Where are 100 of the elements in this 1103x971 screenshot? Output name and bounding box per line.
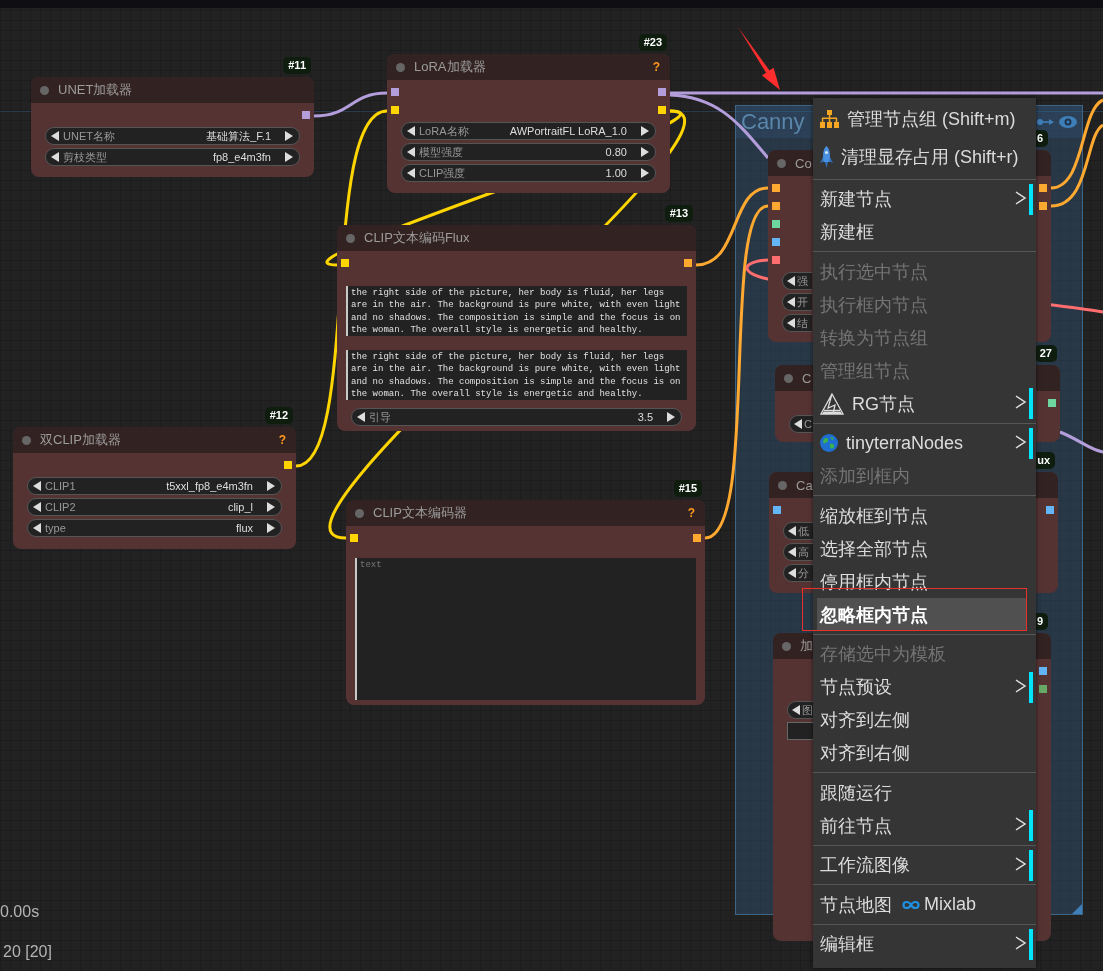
left-arrow-icon[interactable] (794, 419, 802, 429)
right-arrow-icon[interactable] (267, 481, 275, 491)
submenu-arrow-icon (1013, 928, 1033, 960)
resize-handle-icon[interactable] (1072, 904, 1082, 914)
menu-item[interactable]: 新建框 (813, 215, 1036, 249)
node-id-badge: 27 (1034, 345, 1057, 362)
left-arrow-icon[interactable] (407, 168, 415, 178)
left-arrow-icon[interactable] (787, 276, 795, 286)
right-arrow-icon[interactable] (641, 168, 649, 178)
text-area[interactable]: the right side of the picture, her body is fluid, her legs are in the air. The background is pure white, with even light and no shadows. The composition is simple and the focus is on the woman. The overall style is energetic and healthy. (346, 350, 687, 400)
left-arrow-icon[interactable] (33, 481, 41, 491)
left-arrow-icon[interactable] (357, 412, 365, 422)
left-arrow-icon[interactable] (787, 318, 795, 328)
help-link[interactable]: ? (652, 60, 660, 74)
group-title: Canny (741, 109, 805, 135)
menu-item[interactable]: tinyterraNodes (813, 426, 1036, 460)
submenu-arrow-icon (1013, 427, 1033, 459)
input-slot-icon[interactable] (772, 238, 780, 246)
combo-widget[interactable]: UNET名称 基础算法_F.1 (45, 127, 300, 145)
left-arrow-icon[interactable] (788, 568, 796, 578)
left-arrow-icon[interactable] (407, 147, 415, 157)
help-link[interactable]: ? (278, 433, 286, 447)
combo-widget[interactable]: type flux (27, 519, 282, 537)
input-slot-icon[interactable] (772, 220, 780, 228)
right-arrow-icon[interactable] (641, 147, 649, 157)
submenu-arrow-icon (1013, 810, 1033, 841)
combo-widget[interactable]: 强 (782, 272, 812, 290)
left-arrow-icon[interactable] (51, 152, 59, 162)
right-arrow-icon[interactable] (267, 502, 275, 512)
node-id-badge: #15 (673, 480, 702, 497)
left-arrow-icon[interactable] (51, 131, 59, 141)
dot-icon[interactable] (782, 641, 791, 651)
left-arrow-icon[interactable] (407, 126, 415, 136)
right-arrow-icon[interactable] (285, 131, 293, 141)
stats-text: 20 [20] (3, 943, 52, 961)
dot-icon[interactable] (40, 85, 49, 95)
dot-icon[interactable] (22, 435, 31, 445)
menu-item[interactable]: 新建节点 (813, 182, 1036, 216)
dot-icon[interactable] (784, 373, 793, 383)
combo-widget[interactable]: LoRA名称 AWPortraitFL LoRA_1.0 (401, 122, 656, 140)
connection-wire (1059, 430, 1103, 454)
input-slot-icon[interactable] (341, 259, 349, 267)
menu-item[interactable]: 选择全部节点 (813, 532, 1036, 565)
input-slot-icon[interactable] (772, 184, 780, 192)
eye-icon[interactable] (1059, 116, 1077, 128)
left-arrow-icon[interactable] (33, 502, 41, 512)
text-area[interactable]: the right side of the picture, her body is fluid, her legs are in the air. The background is pure white, with even light and no shadows. The composition is simple and the focus is on the woman. The overall style is energetic and healthy. (346, 286, 687, 336)
combo-widget[interactable]: 引导 3.5 (351, 408, 682, 426)
menu-item[interactable]: 工作流图像 (813, 848, 1036, 882)
submenu-arrow-icon (1013, 849, 1033, 881)
dot-icon[interactable] (346, 233, 355, 243)
left-arrow-icon[interactable] (792, 705, 800, 715)
globe-icon (820, 434, 838, 452)
combo-widget[interactable]: 开 (782, 293, 812, 311)
right-arrow-icon[interactable] (667, 412, 675, 422)
combo-widget[interactable]: 高 (783, 543, 813, 561)
combo-widget[interactable]: CLIP2 clip_l (27, 498, 282, 516)
right-arrow-icon[interactable] (267, 523, 275, 533)
node-title: Ca (796, 477, 813, 493)
combo-widget[interactable]: CLIP强度 1.00 (401, 164, 656, 182)
right-arrow-icon[interactable] (285, 152, 293, 162)
node-title: Co (795, 155, 812, 171)
dot-icon[interactable] (355, 508, 364, 518)
text-area[interactable]: text (355, 558, 696, 700)
input-slot-icon[interactable] (772, 202, 780, 210)
input-slot-icon[interactable] (391, 106, 399, 114)
menu-item[interactable]: 节点地图 Mixlab (813, 888, 1036, 921)
help-link[interactable]: ? (687, 506, 695, 520)
menu-item[interactable]: 忽略框内节点 (817, 598, 1026, 631)
combo-widget[interactable]: C (789, 415, 816, 433)
menu-item[interactable]: 节点预设 (813, 670, 1036, 704)
input-slot-icon[interactable] (350, 534, 358, 542)
dot-icon[interactable] (777, 158, 786, 168)
right-arrow-icon[interactable] (641, 126, 649, 136)
input-slot-icon[interactable] (772, 256, 780, 264)
combo-widget[interactable]: 模型强度 0.80 (401, 143, 656, 161)
hierarchy-icon (820, 110, 839, 128)
left-arrow-icon[interactable] (787, 297, 795, 307)
combo-widget[interactable]: 分 (783, 564, 813, 582)
left-arrow-icon[interactable] (788, 547, 796, 557)
combo-widget[interactable]: 剪枝类型 fp8_e4m3fn (45, 148, 300, 166)
menu-item[interactable]: 前往节点 (813, 809, 1036, 842)
menu-item[interactable]: 编辑框 (813, 927, 1036, 961)
node-id-badge: #13 (664, 205, 693, 222)
node-id-badge: #12 (264, 407, 293, 424)
combo-widget[interactable]: CLIP1 t5xxl_fp8_e4m3fn (27, 477, 282, 495)
dot-icon[interactable] (778, 480, 787, 490)
dot-icon[interactable] (396, 62, 405, 72)
menu-item[interactable]: 缩放框到节点 (813, 499, 1036, 532)
left-arrow-icon[interactable] (33, 523, 41, 533)
input-slot-icon[interactable] (773, 506, 781, 514)
left-arrow-icon[interactable] (788, 526, 796, 536)
input-slot-icon[interactable] (391, 88, 399, 96)
menu-item[interactable]: RG节点 (813, 387, 1036, 420)
combo-widget[interactable]: 低 (783, 522, 813, 540)
dot-arrow-icon[interactable] (1037, 118, 1054, 126)
menu-item[interactable]: 对齐到右侧 (813, 736, 1036, 770)
combo-widget[interactable]: 结 (782, 314, 812, 332)
menu-item[interactable]: 跟随运行 (813, 776, 1036, 809)
stats-text: 0.00s (0, 903, 40, 921)
